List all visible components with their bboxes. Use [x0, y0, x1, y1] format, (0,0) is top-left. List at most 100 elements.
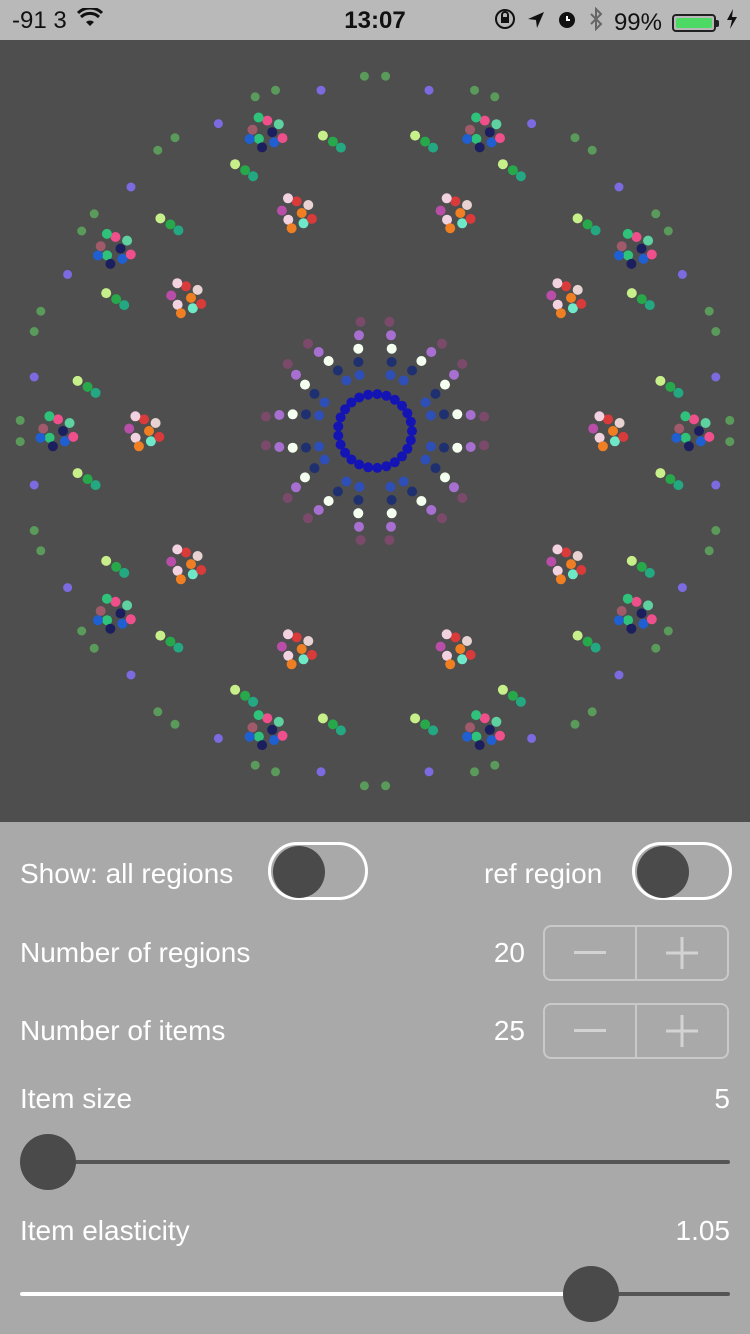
item-dot [139, 414, 149, 425]
item-dot [416, 356, 427, 366]
item-dot [192, 284, 203, 295]
slider-thumb[interactable] [562, 1266, 619, 1322]
item-dot [725, 415, 735, 425]
item-dot [244, 731, 255, 742]
item-dot [452, 442, 463, 453]
item-dot [306, 649, 317, 660]
item-dot [449, 482, 459, 493]
item-dot [435, 205, 446, 216]
item-dot [626, 288, 637, 299]
ref-region-label: ref region [484, 858, 603, 889]
item-size-slider[interactable] [20, 1132, 730, 1192]
item-dot [616, 241, 627, 252]
item-dot [36, 306, 46, 316]
item-dot [457, 493, 468, 503]
number-of-items-label: Number of items [20, 1015, 226, 1046]
show-all-regions-toggle[interactable] [268, 842, 368, 900]
item-dot [44, 432, 55, 443]
plus-icon [666, 937, 698, 969]
item-dot [262, 713, 273, 724]
item-dot [683, 441, 694, 452]
item-dot [665, 474, 676, 485]
item-dot [428, 142, 439, 153]
item-dot [588, 423, 599, 434]
item-dot [608, 426, 618, 436]
item-dot [102, 250, 113, 261]
item-dot [440, 379, 450, 390]
item-dot [636, 294, 647, 305]
item-dot [507, 165, 518, 176]
items-decrement-button[interactable] [545, 1005, 637, 1057]
regions-decrement-button[interactable] [545, 927, 637, 979]
item-dot [420, 136, 431, 147]
item-dot [425, 441, 436, 452]
item-dot [247, 124, 258, 135]
item-dot [491, 716, 502, 727]
item-elasticity-slider[interactable] [20, 1264, 730, 1324]
item-dot [455, 644, 466, 654]
minus-icon [574, 951, 606, 954]
item-elasticity-label: Item elasticity [20, 1215, 190, 1246]
item-dot [471, 133, 482, 144]
item-dot [471, 731, 482, 742]
item-dot [495, 133, 505, 144]
item-dot [426, 347, 437, 357]
item-dot [372, 462, 383, 473]
item-dot [455, 208, 466, 218]
item-dot [353, 343, 364, 354]
item-dot [437, 513, 447, 524]
item-dot [165, 636, 176, 647]
number-of-regions-label: Number of regions [20, 937, 251, 968]
item-dot [555, 574, 566, 585]
item-dot [484, 724, 495, 735]
item-dot [89, 643, 99, 653]
ref-region-toggle[interactable] [632, 842, 732, 900]
item-dot [250, 760, 260, 770]
item-dot [323, 356, 334, 366]
item-dot [353, 495, 364, 505]
item-dot [561, 547, 572, 558]
regions-canvas[interactable] [0, 40, 750, 822]
regions-stepper[interactable] [543, 925, 729, 981]
item-dot [316, 767, 326, 777]
item-dot [372, 389, 383, 400]
item-dot [58, 426, 68, 436]
item-dot [680, 432, 691, 443]
item-dot [552, 544, 563, 555]
item-dot [643, 600, 654, 611]
item-dot [316, 85, 326, 95]
items-increment-button[interactable] [637, 1005, 727, 1057]
item-dot [546, 290, 557, 301]
item-dot [711, 526, 721, 535]
item-dot [677, 269, 687, 279]
item-dot [92, 615, 103, 626]
item-dot [341, 476, 352, 487]
item-dot [273, 119, 284, 130]
items-stepper[interactable] [543, 1003, 729, 1059]
item-dot [257, 142, 268, 153]
item-dot [287, 442, 298, 453]
item-dot [398, 375, 409, 386]
item-dot [410, 130, 421, 141]
item-dot [711, 372, 721, 382]
item-dot [124, 423, 135, 434]
item-dot [430, 388, 441, 399]
item-dot [110, 232, 121, 242]
item-dot [613, 250, 624, 261]
item-dot [173, 225, 184, 236]
item-dot [287, 409, 298, 420]
item-dot [213, 733, 223, 743]
item-dot [260, 440, 271, 451]
item-dot [497, 684, 508, 695]
item-dot [309, 388, 320, 399]
item-dot [430, 463, 441, 474]
item-dot [416, 496, 427, 506]
item-dot [166, 290, 177, 301]
regions-increment-button[interactable] [637, 927, 727, 979]
item-dot [271, 767, 280, 777]
item-dot [170, 133, 180, 143]
item-dot [335, 142, 346, 153]
item-dot [470, 85, 479, 95]
slider-thumb[interactable] [20, 1134, 76, 1190]
item-dot [277, 730, 288, 741]
